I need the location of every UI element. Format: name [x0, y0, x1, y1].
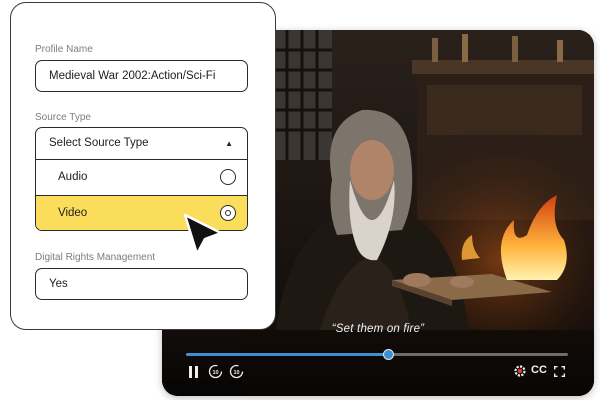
- pause-icon[interactable]: [189, 366, 199, 378]
- source-option-audio[interactable]: Audio: [36, 160, 247, 195]
- profile-form-card: Profile Name Medieval War 2002:Action/Sc…: [10, 2, 276, 330]
- source-type-label: Source Type: [35, 112, 91, 123]
- controls-gradient: [162, 326, 594, 396]
- progress-fill: [186, 353, 389, 356]
- source-type-placeholder: Select Source Type: [49, 137, 149, 149]
- settings-icon[interactable]: [514, 365, 526, 377]
- drm-label: Digital Rights Management: [35, 252, 156, 263]
- forward-10-label: 10: [233, 370, 239, 376]
- caret-up-icon: ▲: [225, 139, 233, 148]
- option-label: Video: [58, 207, 88, 219]
- closed-captions-button[interactable]: CC: [531, 364, 547, 376]
- radio-button[interactable]: [220, 169, 236, 185]
- fullscreen-icon[interactable]: [554, 366, 565, 377]
- progress-bar[interactable]: [186, 349, 568, 360]
- source-type-select[interactable]: Select Source Type ▲: [36, 128, 247, 160]
- rewind-10-icon[interactable]: 10: [208, 364, 223, 379]
- profile-name-input[interactable]: Medieval War 2002:Action/Sci-Fi: [35, 60, 248, 92]
- mouse-pointer-icon: [182, 212, 224, 263]
- profile-name-label: Profile Name: [35, 44, 93, 55]
- rewind-10-label: 10: [212, 370, 218, 376]
- forward-10-icon[interactable]: 10: [229, 364, 244, 379]
- drm-input[interactable]: Yes: [35, 268, 248, 300]
- option-label: Audio: [58, 171, 88, 183]
